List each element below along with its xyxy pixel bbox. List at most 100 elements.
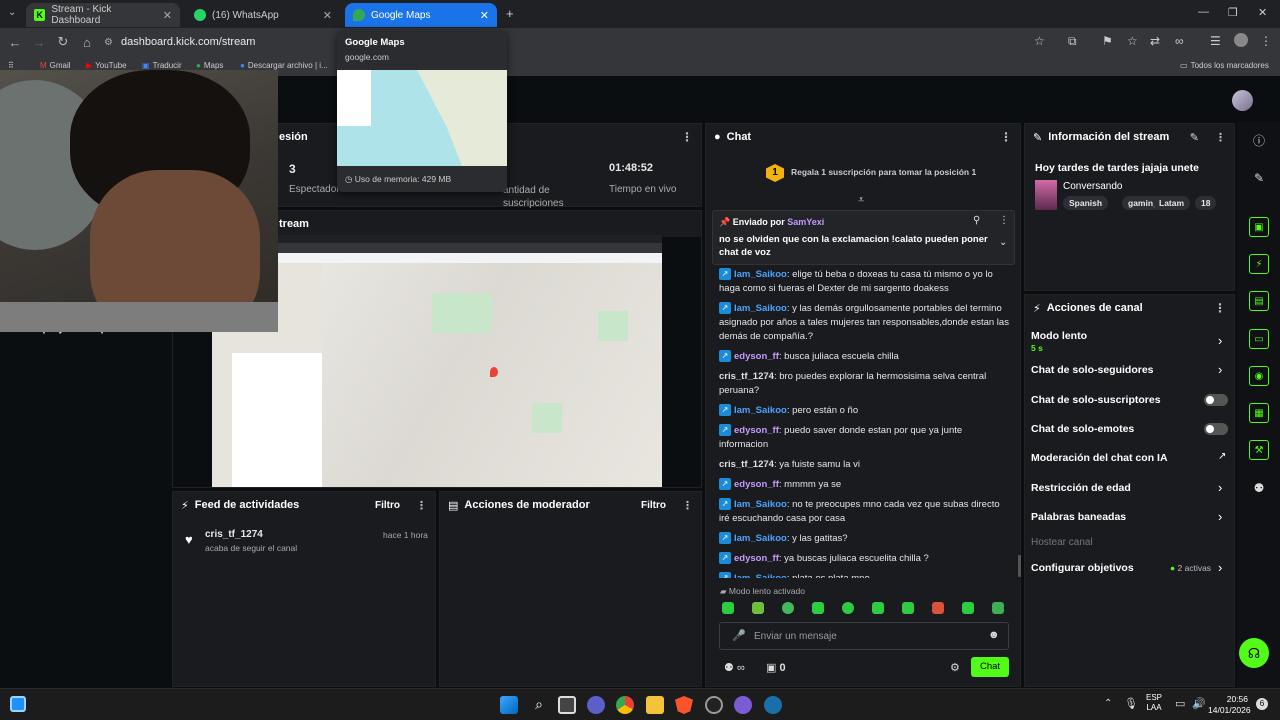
new-tab-icon[interactable]: + [506,6,514,21]
chevron-down-icon[interactable]: ⌄ [999,237,1007,248]
broadcast-icon[interactable]: ◉ [1249,366,1269,386]
chat-username[interactable]: Iam_Saikoo [734,573,787,578]
pinned-user[interactable]: SamYexi [787,217,824,227]
unpin-icon[interactable]: ⚲ [973,215,980,226]
reading-list-icon[interactable]: ☰ [1210,34,1221,48]
extension-2-icon[interactable]: ☆ [1127,34,1138,48]
emote-icon[interactable] [842,602,854,614]
chevron-right-icon[interactable]: › [1218,362,1222,377]
widgets-icon[interactable] [10,696,26,712]
home-icon[interactable]: ⌂ [76,35,98,50]
bookmark-star-icon[interactable]: ☆ [1034,34,1045,48]
close-icon[interactable]: ✕ [480,9,489,22]
url-field[interactable]: ⚙ dashboard.kick.com/stream [104,32,344,52]
action-configure-goals[interactable]: Configurar objetivos [1031,562,1134,574]
tab-search-icon[interactable]: ⌄ [8,7,16,18]
mod-filter-button[interactable]: Filtro [641,500,666,511]
clock[interactable]: 20:56 14/01/2026 [1208,694,1251,716]
link-icon[interactable]: ∞ [1175,34,1184,48]
bookmark-translate[interactable]: ▣ Traducir [142,61,182,70]
chat-scrollbar[interactable] [1018,555,1021,577]
chat-username[interactable]: Iam_Saikoo [734,499,787,510]
subscribers-only-toggle[interactable] [1204,394,1228,406]
more-icon[interactable]: ⋮ [416,499,427,512]
close-icon[interactable]: ✕ [163,9,172,22]
send-chat-button[interactable]: Chat [971,657,1009,677]
more-icon[interactable]: ⋮ [1214,301,1226,315]
forward-icon[interactable]: → [28,35,50,50]
steam-icon[interactable] [764,696,782,714]
edit-icon[interactable]: ✎ [1190,131,1199,144]
action-followers-only[interactable]: Chat de solo-seguidores [1031,364,1154,376]
volume-icon[interactable]: 🔊 [1192,697,1206,710]
chat-icon[interactable]: ▭ [1249,329,1269,349]
language-indicator[interactable]: ESP LAA [1146,693,1162,713]
action-ai-moderation[interactable]: Moderación del chat con IA [1031,452,1168,464]
activity-user[interactable]: cris_tf_1274 [205,529,263,540]
emote-icon[interactable] [722,602,734,614]
users-icon[interactable]: ⚉ [1249,478,1269,498]
chevron-right-icon[interactable]: › [1218,480,1222,495]
layout-icon[interactable]: ▦ [1249,403,1269,423]
channel-points[interactable]: ▣ 0 [766,661,786,674]
app-icon[interactable] [734,696,752,714]
action-subscribers-only[interactable]: Chat de solo-suscriptores [1031,394,1161,406]
chat-username[interactable]: Iam_Saikoo [734,269,787,280]
activity-filter-button[interactable]: Filtro [375,500,400,511]
emote-icon[interactable] [782,602,794,614]
all-bookmarks[interactable]: ▭ Todos los marcadores [1180,61,1269,70]
notification-badge[interactable]: 6 [1256,698,1268,710]
chat-username[interactable]: cris_tf_1274 [719,459,774,470]
extension-1-icon[interactable]: ⚑ [1102,34,1113,48]
category-name[interactable]: Conversando [1063,181,1122,192]
microphone-icon[interactable]: 🎤 [732,629,746,642]
settings-gear-icon[interactable]: ⚙ [950,661,960,674]
emote-icon[interactable] [812,602,824,614]
file-explorer-icon[interactable] [646,696,664,714]
wrench-icon[interactable]: ⚒ [1249,440,1269,460]
bookmark-gmail[interactable]: M Gmail [40,61,71,70]
emote-icon[interactable] [902,602,914,614]
extensions-icon[interactable]: ⧉ [1068,34,1077,49]
start-icon[interactable] [500,696,518,714]
chat-input[interactable]: 🎤 Enviar un mensaje ☻ [719,622,1009,650]
translate-icon[interactable]: ⇄ [1150,34,1160,48]
scroll-top-icon[interactable]: ⩡ [858,194,864,207]
maximize-icon[interactable]: ❐ [1228,6,1238,19]
teams-icon[interactable] [587,696,605,714]
action-slow-mode[interactable]: Modo lento [1031,330,1087,342]
action-emotes-only[interactable]: Chat de solo-emotes [1031,423,1134,435]
chat-username[interactable]: edyson_ff [734,479,779,490]
external-link-icon[interactable]: ↗ [1218,451,1226,462]
tray-chevron-icon[interactable]: ⌃ [1104,698,1112,709]
support-headset-icon[interactable]: ☊ [1239,638,1269,668]
chat-username[interactable]: edyson_ff [734,351,779,362]
mic-tray-icon[interactable]: 🎙 [1124,697,1138,710]
chevron-right-icon[interactable]: › [1218,333,1222,348]
chat-username[interactable]: cris_tf_1274 [719,371,774,382]
user-avatar[interactable] [1232,90,1253,111]
more-icon[interactable]: ⋮ [1000,130,1012,144]
more-icon[interactable]: ⋮ [1215,131,1226,144]
pencil-icon[interactable]: ✎ [1249,168,1269,188]
more-icon[interactable]: ⋮ [682,499,693,512]
obs-icon[interactable] [705,696,723,714]
chevron-right-icon[interactable]: › [1218,509,1222,524]
chat-username[interactable]: Iam_Saikoo [734,303,787,314]
emote-icon[interactable] [752,602,764,614]
info-icon[interactable]: ⓘ [1249,131,1269,151]
chrome-icon[interactable] [616,696,634,714]
emote-icon[interactable] [872,602,884,614]
emotes-only-toggle[interactable] [1204,423,1228,435]
profile-avatar[interactable] [1234,33,1248,47]
network-icon[interactable]: ▭ [1175,697,1185,710]
minimize-icon[interactable]: — [1198,6,1209,18]
action-banned-words[interactable]: Palabras baneadas [1031,511,1126,523]
bookmark-youtube[interactable]: ▶ YouTube [86,61,127,70]
task-view-icon[interactable] [558,696,576,714]
emote-icon[interactable] [932,602,944,614]
tab-google-maps[interactable]: Google Maps ✕ [345,3,497,27]
chat-username[interactable]: Iam_Saikoo [734,405,787,416]
site-info-icon[interactable]: ⚙ [104,37,113,48]
apps-icon[interactable]: ⠿ [8,61,14,70]
